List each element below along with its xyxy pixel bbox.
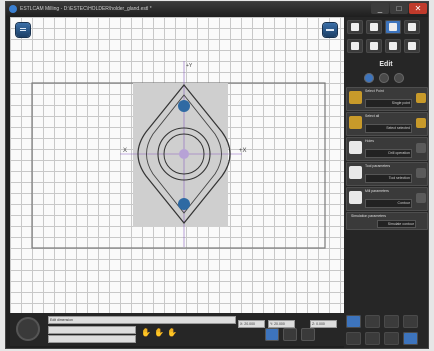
hole-icon [349,141,362,154]
hand-icon-1[interactable]: ✋ [141,328,151,337]
origin-marker [179,149,189,159]
mode-radio-3[interactable] [394,73,404,83]
operation-mill-params[interactable]: Mill parameters Contour [346,187,428,211]
edit-mode-selector [364,73,404,83]
view-icon [389,42,397,50]
tool-button-5[interactable] [346,332,361,345]
operation-value[interactable]: Tool selection [365,174,412,183]
mount-hole-top[interactable] [178,100,190,112]
view-mode-button-1[interactable] [265,328,279,341]
select-icon [349,116,362,129]
tool-button-4[interactable] [403,315,418,328]
mill-icon [349,191,362,204]
view-mode-button-3[interactable] [301,328,315,341]
title-bar: ESTLCAM Milling - D:\ESTEC\HOLDER\holder… [6,2,428,16]
new-file-button[interactable] [347,20,363,34]
section-title: Edit [379,61,393,68]
hand-icon-3[interactable]: ✋ [167,328,177,337]
wrench-icon [408,23,416,31]
hole-action-icon[interactable] [416,143,426,153]
bottom-bar: Edit dimension ✋ ✋ ✋ X: 20.000 Y: 20.000… [10,313,344,346]
point-action-icon[interactable] [416,93,426,103]
operation-select-point[interactable]: Select Point Single point [346,87,428,111]
operation-label: Simulation parameters [351,214,387,218]
param-field-1[interactable] [48,326,136,334]
open-file-button[interactable] [366,20,382,34]
operation-value[interactable]: Select selected [365,124,412,133]
operation-value[interactable]: Contour [365,199,412,208]
tool-button-3[interactable] [384,315,399,328]
operation-label: Tool parameters [365,164,391,168]
more-tools-button[interactable] [404,20,420,34]
operation-value[interactable]: Drill operation [365,149,412,158]
tool-icon [349,166,362,179]
coord-z: Z: 0.000 [310,320,337,328]
operation-simulation[interactable]: Simulation parameters Simulate contour [346,212,428,230]
view-button[interactable] [385,39,401,53]
minimize-button[interactable]: _ [371,3,389,14]
operation-tool-params[interactable]: Tool parameters Tool selection [346,162,428,186]
x-plus-label: +X [239,148,247,154]
tool-button-2[interactable] [365,315,380,328]
save-button[interactable] [347,39,363,53]
operation-holes[interactable]: Holes Drill operation [346,137,428,161]
tool-button-7[interactable] [384,332,399,345]
operation-label: Select all [365,114,380,118]
select-action-icon[interactable] [416,118,426,128]
mount-hole-bottom[interactable] [178,198,190,210]
hand-icon-2[interactable]: ✋ [154,328,164,337]
coord-y: Y: 20.000 [268,320,295,328]
maximize-button[interactable]: □ [390,3,408,14]
app-logo-icon [9,5,17,13]
operation-label: Mill parameters [365,189,389,193]
window-title: ESTLCAM Milling - D:\ESTEC\HOLDER\holder… [20,6,152,12]
settings-button[interactable] [366,39,382,53]
operation-select-all[interactable]: Select all Select selected [346,112,428,136]
right-tool-panel: Edit Select Point Single point Select al… [344,17,428,312]
layers-button[interactable] [404,39,420,53]
operation-label: Select Point [365,89,384,93]
gear-icon [370,42,378,50]
y-plus-label: +Y [186,63,193,69]
tool-action-icon[interactable] [416,168,426,178]
operation-label: Holes [365,139,374,143]
operation-value[interactable]: Single point [365,99,412,108]
mill-action-icon[interactable] [416,193,426,203]
layers-icon [408,42,416,50]
tool-button-8[interactable] [403,332,418,345]
open-icon [370,23,378,31]
right-bottom-toolbar [344,312,428,348]
x-minus-label: X [123,148,127,154]
edit-icon [389,23,397,31]
toolbar-row-1 [347,20,420,34]
command-field[interactable]: Edit dimension [48,316,236,324]
file-icon [351,23,359,31]
close-button[interactable]: ✕ [409,3,427,14]
mode-radio-1[interactable] [364,73,374,83]
view-mode-button-2[interactable] [283,328,297,341]
point-icon [349,91,362,104]
tool-button-6[interactable] [365,332,380,345]
save-icon [351,42,359,50]
operation-value[interactable]: Simulate contour [377,220,416,228]
mode-radio-2[interactable] [379,73,389,83]
cad-viewport[interactable]: X +X +Y [10,17,344,313]
drawing-canvas: X +X +Y [31,61,326,249]
toolbar-row-2 [347,39,420,53]
app-window: ESTLCAM Milling - D:\ESTEC\HOLDER\holder… [6,2,428,348]
coord-x: X: 20.000 [238,320,265,328]
edit-mode-button[interactable] [385,20,401,34]
param-field-2[interactable] [48,335,136,343]
tool-button-1[interactable] [346,315,361,328]
status-gear-icon[interactable] [16,317,40,341]
